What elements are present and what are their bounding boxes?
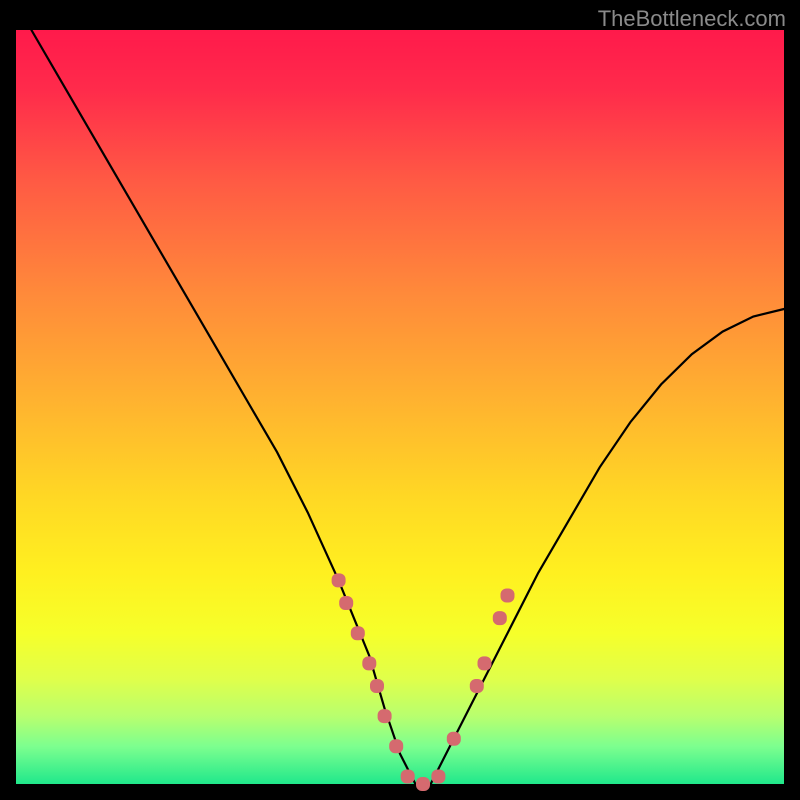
marker-dot bbox=[332, 573, 346, 587]
marker-dot bbox=[501, 589, 515, 603]
plot-area bbox=[16, 30, 784, 784]
marker-dot bbox=[389, 739, 403, 753]
marker-dot bbox=[362, 656, 376, 670]
marker-dot bbox=[478, 656, 492, 670]
marker-dot bbox=[447, 732, 461, 746]
marker-dot bbox=[470, 679, 484, 693]
marker-dot bbox=[401, 770, 415, 784]
marker-dot bbox=[351, 626, 365, 640]
marker-dot bbox=[378, 709, 392, 723]
marker-dot bbox=[370, 679, 384, 693]
marker-dot bbox=[431, 770, 445, 784]
watermark-text: TheBottleneck.com bbox=[598, 6, 786, 32]
marker-dot bbox=[493, 611, 507, 625]
marker-dot bbox=[339, 596, 353, 610]
marker-dot bbox=[416, 777, 430, 791]
bottleneck-chart bbox=[0, 0, 800, 800]
